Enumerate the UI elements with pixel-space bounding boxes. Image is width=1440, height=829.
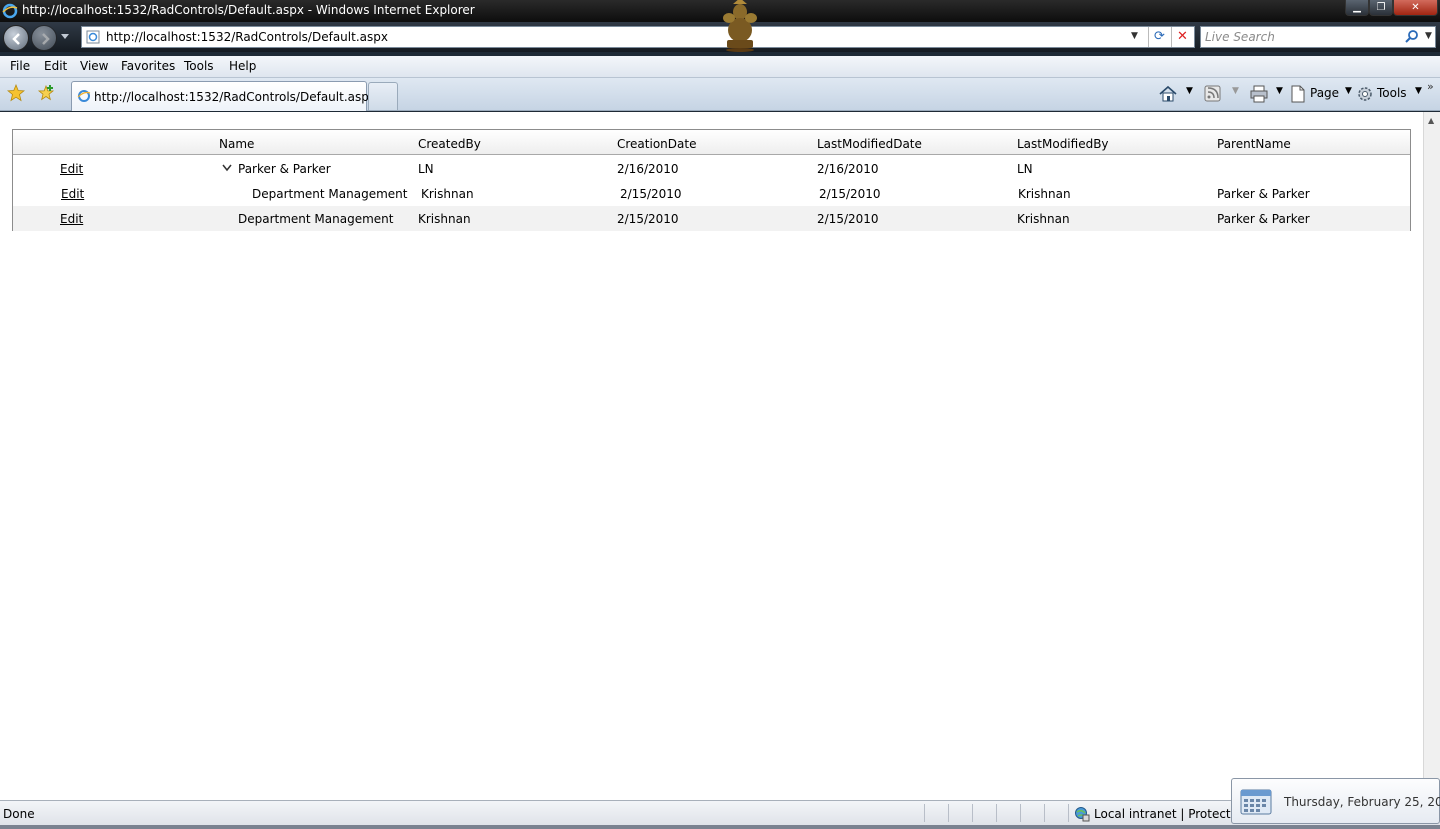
menu-tools[interactable]: Tools bbox=[184, 59, 214, 73]
menu-help[interactable]: Help bbox=[229, 59, 256, 73]
security-zone-text[interactable]: Local intranet | Protected bbox=[1094, 807, 1246, 821]
page-menu-label: Page bbox=[1310, 86, 1340, 100]
window-bottom-edge bbox=[0, 825, 1440, 829]
edit-link[interactable]: Edit bbox=[61, 187, 84, 201]
tools-menu-button[interactable]: Tools ▼ bbox=[1356, 83, 1426, 105]
menu-file[interactable]: File bbox=[10, 59, 30, 73]
column-header-name[interactable]: Name bbox=[219, 137, 254, 151]
url-text[interactable]: http://localhost:1532/RadControls/Defaul… bbox=[106, 30, 388, 44]
collapse-chevron-icon[interactable] bbox=[222, 164, 232, 172]
column-header-parentname[interactable]: ParentName bbox=[1217, 137, 1291, 151]
more-commands-chevron-icon[interactable]: » bbox=[1427, 80, 1434, 93]
status-divider bbox=[1020, 804, 1021, 822]
lastmodifiedby-cell: Krishnan bbox=[1018, 187, 1071, 201]
table-row: Edit Parker & Parker LN 2/16/2010 2/16/2… bbox=[13, 156, 1410, 181]
page-content: Name CreatedBy CreationDate LastModified… bbox=[0, 112, 1423, 800]
createdby-cell: LN bbox=[418, 162, 434, 176]
search-dropdown-icon[interactable]: ▼ bbox=[1425, 31, 1432, 41]
status-divider bbox=[972, 804, 973, 822]
createdby-cell: Krishnan bbox=[421, 187, 474, 201]
name-cell: Department Management bbox=[252, 187, 408, 201]
search-icon[interactable] bbox=[1404, 29, 1420, 45]
page-icon bbox=[86, 30, 100, 44]
status-divider bbox=[948, 804, 949, 822]
creationdate-cell: 2/15/2010 bbox=[617, 212, 679, 226]
back-arrow-icon bbox=[12, 33, 20, 45]
refresh-icon[interactable]: ⟳ bbox=[1148, 27, 1170, 47]
tree-grid: Name CreatedBy CreationDate LastModified… bbox=[12, 129, 1411, 231]
tools-menu-label: Tools bbox=[1377, 86, 1407, 100]
name-cell: Department Management bbox=[238, 212, 394, 226]
vertical-scrollbar[interactable]: ▲ bbox=[1423, 112, 1440, 800]
address-dropdown-icon[interactable]: ▼ bbox=[1131, 31, 1138, 41]
gear-icon bbox=[1358, 87, 1372, 101]
creationdate-cell: 2/16/2010 bbox=[617, 162, 679, 176]
forward-arrow-icon bbox=[42, 33, 50, 45]
window-title: http://localhost:1532/RadControls/Defaul… bbox=[22, 3, 475, 17]
recent-pages-dropdown-icon[interactable] bbox=[61, 34, 69, 40]
column-header-lastmodifieddate[interactable]: LastModifiedDate bbox=[817, 137, 922, 151]
ie-logo-icon bbox=[2, 3, 18, 19]
stop-icon[interactable]: ✕ bbox=[1171, 27, 1193, 47]
lastmodifiedby-cell: LN bbox=[1017, 162, 1033, 176]
menu-favorites[interactable]: Favorites bbox=[121, 59, 175, 73]
address-field[interactable]: http://localhost:1532/RadControls/Defaul… bbox=[81, 26, 1195, 48]
status-divider bbox=[924, 804, 925, 822]
creationdate-cell: 2/15/2010 bbox=[620, 187, 682, 201]
tab-current[interactable]: http://localhost:1532/RadControls/Defaul… bbox=[71, 81, 376, 111]
table-row: Edit Department Management Krishnan 2/15… bbox=[13, 181, 1410, 206]
ganesha-figure-icon bbox=[723, 0, 757, 52]
rss-feed-icon bbox=[1204, 85, 1221, 102]
back-button[interactable] bbox=[3, 25, 29, 51]
menu-edit[interactable]: Edit bbox=[44, 59, 67, 73]
createdby-cell: Krishnan bbox=[418, 212, 471, 226]
calendar-icon bbox=[1240, 789, 1272, 815]
parentname-cell: Parker & Parker bbox=[1217, 187, 1310, 201]
status-divider bbox=[996, 804, 997, 822]
tab-label: http://localhost:1532/RadControls/Defaul… bbox=[94, 90, 376, 104]
menu-bar: File Edit View Favorites Tools Help bbox=[0, 56, 1440, 78]
status-text: Done bbox=[3, 807, 35, 821]
print-button[interactable]: ▼ bbox=[1250, 83, 1286, 105]
parentname-cell: Parker & Parker bbox=[1217, 212, 1310, 226]
search-input[interactable] bbox=[1205, 29, 1395, 45]
new-tab-button[interactable] bbox=[368, 82, 398, 110]
feeds-button[interactable]: ▼ bbox=[1204, 83, 1244, 105]
status-bar: Done Local intranet | Protected bbox=[0, 800, 1440, 825]
page-menu-button[interactable]: Page ▼ bbox=[1290, 83, 1354, 105]
search-box[interactable]: ▼ bbox=[1200, 26, 1436, 48]
lastmodifieddate-cell: 2/15/2010 bbox=[817, 212, 879, 226]
favorites-center-star-icon[interactable] bbox=[7, 84, 25, 102]
add-to-favorites-icon[interactable] bbox=[37, 84, 55, 102]
column-header-creationdate[interactable]: CreationDate bbox=[617, 137, 696, 151]
print-icon bbox=[1250, 85, 1268, 103]
home-button[interactable]: ▼ bbox=[1158, 83, 1198, 105]
scroll-up-icon[interactable]: ▲ bbox=[1428, 116, 1434, 125]
ie-page-icon bbox=[77, 90, 91, 102]
page-menu-icon bbox=[1291, 85, 1305, 103]
minimize-button[interactable]: ▁ bbox=[1345, 0, 1369, 16]
edit-link[interactable]: Edit bbox=[60, 162, 83, 176]
name-cell: Parker & Parker bbox=[238, 162, 331, 176]
column-header-createdby[interactable]: CreatedBy bbox=[418, 137, 481, 151]
table-row: Edit Department Management Krishnan 2/15… bbox=[13, 206, 1410, 231]
close-button[interactable]: ✕ bbox=[1393, 0, 1438, 16]
home-icon bbox=[1159, 85, 1177, 102]
forward-button[interactable] bbox=[31, 25, 57, 51]
edit-link[interactable]: Edit bbox=[60, 212, 83, 226]
lastmodifieddate-cell: 2/15/2010 bbox=[819, 187, 881, 201]
date-text: Thursday, February 25, 2010 bbox=[1284, 795, 1440, 809]
menu-view[interactable]: View bbox=[80, 59, 108, 73]
grid-header: Name CreatedBy CreationDate LastModified… bbox=[13, 130, 1410, 155]
status-divider bbox=[1068, 804, 1069, 822]
lastmodifiedby-cell: Krishnan bbox=[1017, 212, 1070, 226]
tab-row: http://localhost:1532/RadControls/Defaul… bbox=[0, 78, 1440, 111]
intranet-zone-icon[interactable] bbox=[1074, 806, 1090, 822]
status-divider bbox=[1044, 804, 1045, 822]
column-header-lastmodifiedby[interactable]: LastModifiedBy bbox=[1017, 137, 1109, 151]
lastmodifieddate-cell: 2/16/2010 bbox=[817, 162, 879, 176]
date-tooltip: Thursday, February 25, 2010 bbox=[1231, 778, 1440, 824]
maximize-button[interactable]: ❐ bbox=[1369, 0, 1393, 16]
